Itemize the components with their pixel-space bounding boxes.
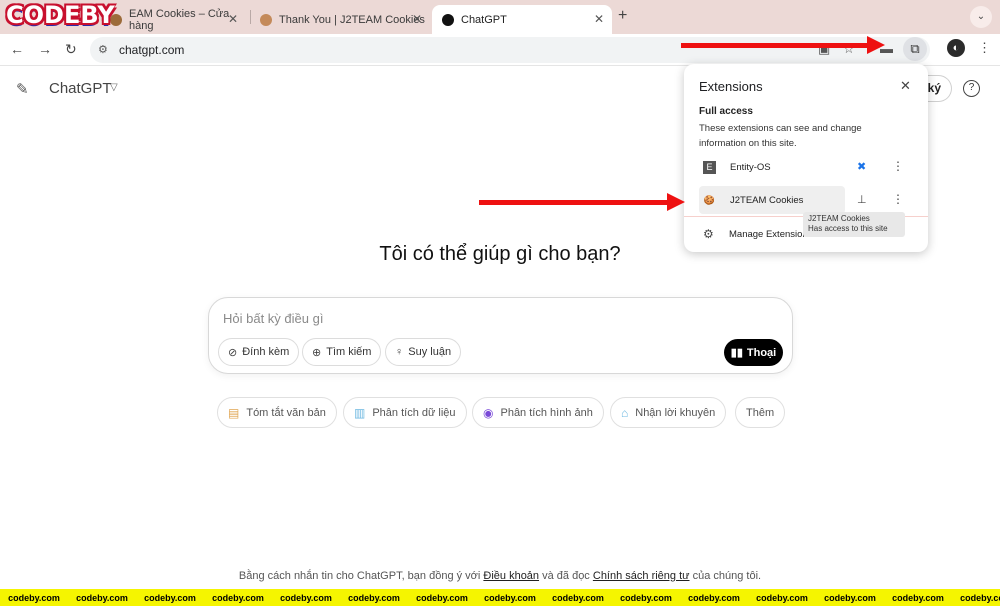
watermark-text: codeby.com [348, 592, 400, 603]
extension-row-entity-os[interactable]: E Entity-OS ✖ ⋮ [699, 153, 912, 181]
url-text[interactable]: chatgpt.com [119, 43, 184, 57]
lightbulb-icon: ♀ [395, 346, 404, 358]
tab-strip: EAM Cookies – Cửa hàng ✕ Thank You | J2T… [0, 0, 1000, 34]
document-icon: ▤ [228, 405, 240, 420]
watermark-text: codeby.com [824, 592, 876, 603]
new-chat-icon[interactable]: ✎ [16, 80, 29, 98]
tab-chatgpt[interactable]: ChatGPT ✕ [432, 5, 612, 34]
reason-button[interactable]: ♀ Suy luận [385, 338, 462, 366]
more-options-icon[interactable]: ⋮ [892, 192, 904, 206]
extension-row-j2team-cookies[interactable]: 🍪 J2TEAM Cookies ⊥ ⋮ [699, 186, 912, 214]
annotation-arrow-toolbar [681, 36, 885, 54]
tab-thank-you[interactable]: Thank You | J2TEAM Cookies ✕ [250, 5, 430, 34]
entity-os-icon: E [703, 160, 716, 174]
annotation-arrow-extension [479, 193, 685, 211]
watermark-text: codeby.com [280, 592, 332, 603]
tab-search-icon[interactable]: ⌄ [970, 6, 992, 28]
footer-suffix: của chúng tôi. [692, 570, 762, 582]
tooltip-title: J2TEAM Cookies [808, 214, 870, 223]
extension-name: Entity-OS [730, 161, 771, 173]
new-tab-icon[interactable]: + [618, 7, 627, 25]
eye-icon: ◉ [483, 405, 494, 420]
browser-menu-icon[interactable]: ⋮ [978, 40, 991, 56]
suggestion-label: Tóm tắt văn bản [246, 406, 326, 419]
openai-favicon-icon [442, 13, 454, 26]
watermark-text: codeby.com [484, 592, 536, 603]
privacy-link[interactable]: Chính sách riêng tư [593, 570, 690, 582]
unpin-icon[interactable]: ✖ [857, 160, 866, 173]
attach-button[interactable]: ⊘ Đính kèm [218, 338, 300, 366]
watermark-text: codeby.com [212, 592, 264, 603]
forward-icon[interactable]: → [38, 41, 52, 57]
graduation-cap-icon: ⌂ [621, 405, 629, 420]
watermark-banner: codeby.com codeby.com codeby.com codeby.com… [0, 589, 1000, 606]
footer-middle: và đã đọc [542, 570, 590, 582]
watermark-text: codeby.com [960, 592, 1000, 603]
search-button[interactable]: ⊕ Tìm kiếm [302, 338, 382, 366]
watermark-text: codeby.com [756, 592, 808, 603]
chart-icon: ▥ [354, 405, 366, 420]
tooltip-body: Has access to this site [808, 224, 888, 233]
reason-label: Suy luận [408, 346, 452, 358]
suggestion-summarize[interactable]: ▤ Tóm tắt văn bản [217, 397, 337, 428]
composer: ⊘ Đính kèm ⊕ Tìm kiếm ♀ Suy luận ▮▮ Thoạ… [208, 297, 793, 374]
section-description: These extensions can see and change info… [699, 123, 862, 149]
popup-title: Extensions [699, 79, 763, 94]
gear-icon: ⚙ [703, 227, 714, 241]
help-icon[interactable]: ? [963, 80, 980, 97]
section-heading: Full access [699, 106, 753, 117]
extensions-puzzle-icon[interactable]: ⧉ [903, 37, 927, 61]
extension-tooltip: J2TEAM Cookies Has access to this site [803, 212, 905, 237]
more-options-icon[interactable]: ⋮ [892, 159, 904, 173]
suggestion-label: Thêm [746, 406, 775, 419]
pin-icon[interactable]: ⊥ [857, 193, 867, 206]
extension-name: J2TEAM Cookies [730, 194, 804, 206]
suggestion-label: Nhận lời khuyên [635, 406, 716, 419]
tab-title: ChatGPT [461, 13, 507, 26]
terms-notice: Bằng cách nhắn tin cho ChatGPT, bạn đồng… [0, 570, 1000, 582]
codeby-logo: CODEBY [6, 1, 115, 29]
suggestion-label: Phân tích hình ảnh [500, 406, 593, 419]
back-icon[interactable]: ← [10, 41, 24, 57]
manage-extensions-link[interactable]: Manage Extensions [729, 229, 812, 240]
watermark-text: codeby.com [144, 592, 196, 603]
close-icon[interactable]: ✕ [412, 12, 422, 26]
footer-prefix: Bằng cách nhắn tin cho ChatGPT, bạn đồng… [238, 570, 481, 582]
address-bar[interactable]: ⚙ chatgpt.com [90, 37, 930, 63]
watermark-text: codeby.com [76, 592, 128, 603]
reload-icon[interactable]: ↻ [65, 41, 77, 58]
browser-toolbar: ← → ↻ ⚙ chatgpt.com ▣ ☆ ▬ ⧉ ◐ ⋮ [0, 34, 1000, 66]
watermark-text: codeby.com [892, 592, 944, 603]
watermark-text: codeby.com [688, 592, 740, 603]
watermark-text: codeby.com [552, 592, 604, 603]
suggestion-analyze-data[interactable]: ▥ Phân tích dữ liệu [343, 397, 467, 428]
prompt-input[interactable] [223, 311, 743, 326]
watermark-text: codeby.com [8, 592, 60, 603]
cookie-icon: 🍪 [703, 194, 716, 205]
model-selector[interactable]: ChatGPT [49, 80, 112, 97]
waveform-icon: ▮▮ [730, 347, 743, 359]
chevron-down-icon[interactable]: ▽ [110, 82, 118, 93]
close-icon[interactable]: ✕ [594, 12, 604, 26]
search-label: Tìm kiếm [326, 346, 372, 358]
suggestion-more[interactable]: Thêm [735, 397, 786, 428]
voice-button[interactable]: ▮▮ Thoại [724, 339, 783, 366]
watermark-text: codeby.com [416, 592, 468, 603]
suggestion-analyze-image[interactable]: ◉ Phân tích hình ảnh [472, 397, 604, 428]
suggestion-get-advice[interactable]: ⌂ Nhận lời khuyên [610, 397, 727, 428]
tab-cookies-store[interactable]: EAM Cookies – Cửa hàng ✕ [100, 5, 246, 34]
paperclip-icon: ⊘ [228, 346, 238, 359]
watermark-text: codeby.com [620, 592, 672, 603]
suggestion-label: Phân tích dữ liệu [372, 406, 456, 419]
terms-link[interactable]: Điều khoản [483, 570, 539, 582]
globe-icon: ⊕ [312, 346, 322, 359]
attach-label: Đính kèm [242, 346, 290, 358]
close-icon[interactable]: ✕ [228, 12, 238, 26]
close-icon[interactable]: ✕ [900, 78, 911, 94]
tab-title: Thank You | J2TEAM Cookies [279, 13, 425, 26]
cookie-favicon-icon [260, 13, 272, 26]
site-settings-icon[interactable]: ⚙ [98, 43, 108, 56]
profile-avatar[interactable]: ◐ [947, 39, 965, 57]
voice-label: Thoại [746, 346, 777, 359]
